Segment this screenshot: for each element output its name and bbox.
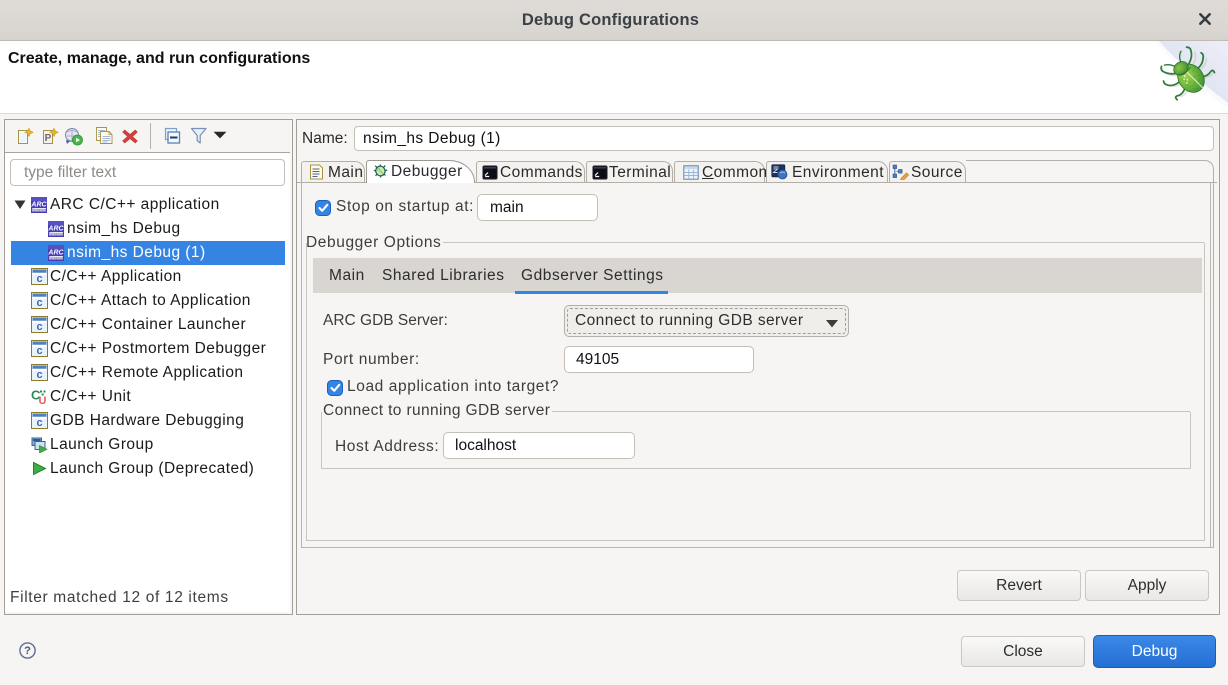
svg-text:P: P — [45, 133, 52, 144]
svg-text:?: ? — [24, 645, 31, 657]
svg-text:c: c — [36, 273, 42, 285]
svg-text:c: c — [36, 321, 42, 333]
svg-text:Synopsys: Synopsys — [32, 208, 47, 212]
svg-text:c: c — [36, 417, 42, 429]
svg-text:U: U — [39, 395, 47, 405]
svg-text:c: c — [36, 297, 42, 309]
svg-text:c: c — [36, 345, 42, 357]
svg-text:c: c — [36, 369, 42, 381]
svg-text:Synopsys: Synopsys — [49, 256, 64, 260]
svg-text:Synopsys: Synopsys — [49, 232, 64, 236]
